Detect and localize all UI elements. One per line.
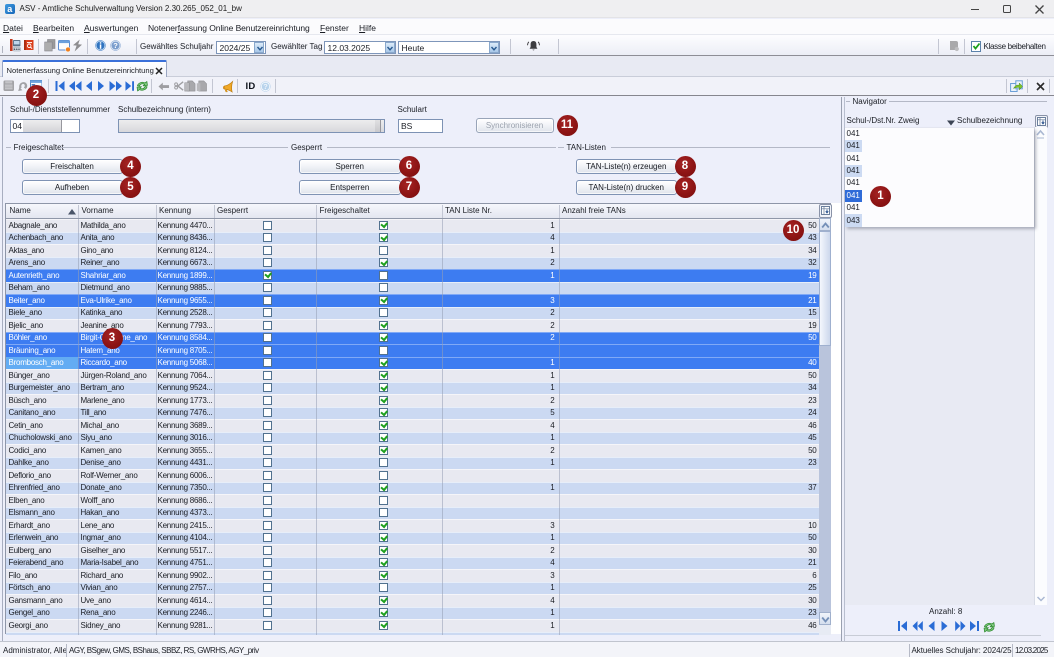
svg-text:?: ?	[113, 41, 118, 50]
svg-text:?: ?	[263, 81, 268, 90]
